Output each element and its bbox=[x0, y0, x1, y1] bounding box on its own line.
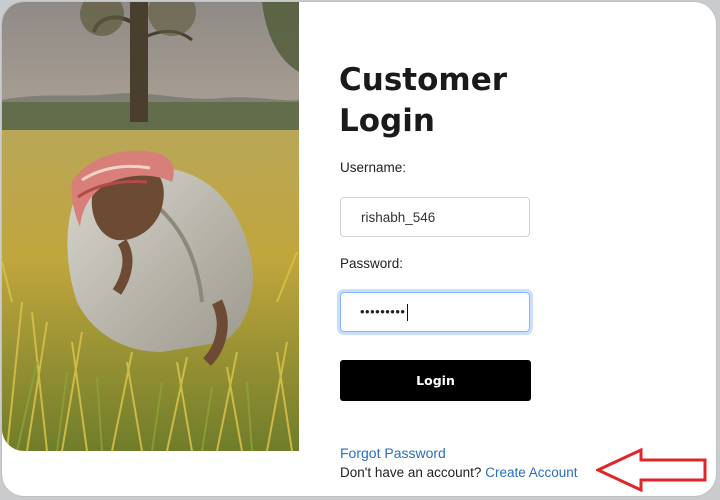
password-field[interactable]: ••••••••• bbox=[340, 292, 530, 332]
signup-prompt-text: Don't have an account? bbox=[340, 465, 482, 480]
login-form: Customer Login Username: Password: •••••… bbox=[339, 2, 699, 496]
password-label: Password: bbox=[340, 256, 404, 271]
farmer-photo bbox=[2, 2, 299, 451]
login-button[interactable]: Login bbox=[340, 360, 531, 401]
password-value: ••••••••• bbox=[360, 292, 409, 332]
create-account-link[interactable]: Create Account bbox=[485, 465, 577, 480]
password-mask: ••••••••• bbox=[360, 304, 406, 319]
login-card: Customer Login Username: Password: •••••… bbox=[2, 2, 716, 496]
text-caret bbox=[407, 304, 409, 322]
signup-prompt: Don't have an account? Create Account bbox=[340, 465, 578, 480]
red-left-arrow-icon bbox=[596, 448, 707, 492]
username-label: Username: bbox=[340, 160, 407, 175]
forgot-password-link[interactable]: Forgot Password bbox=[340, 445, 446, 461]
username-input[interactable] bbox=[340, 197, 530, 237]
page-title: Customer Login bbox=[339, 62, 508, 139]
